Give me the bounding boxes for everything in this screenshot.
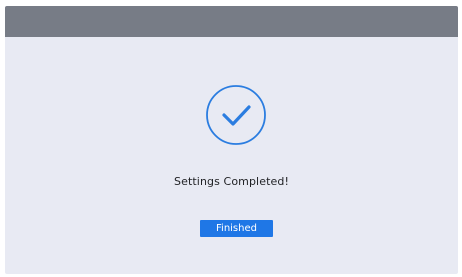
settings-complete-screen: Settings Completed! Finished xyxy=(5,6,458,274)
status-message: Settings Completed! xyxy=(174,175,289,188)
content-area: Settings Completed! Finished xyxy=(5,37,458,274)
top-bar xyxy=(5,6,458,37)
finished-button[interactable]: Finished xyxy=(200,220,273,237)
checkmark-circle-icon xyxy=(205,84,267,146)
